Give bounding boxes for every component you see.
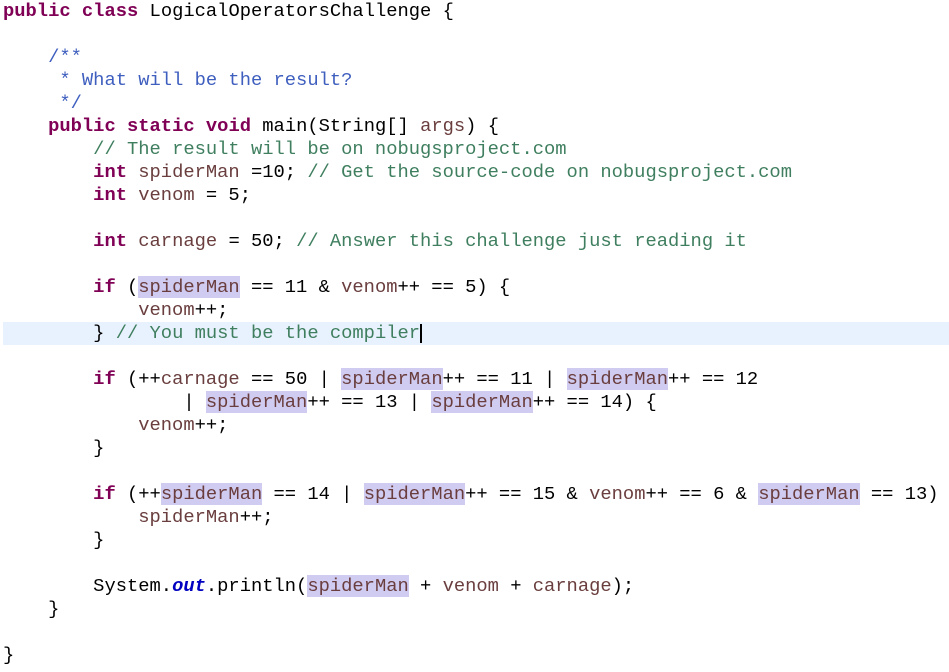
code: +: [408, 575, 443, 597]
variable: venom: [589, 483, 646, 505]
code-line-venom-inc[interactable]: venom++;: [3, 414, 949, 437]
brace: }: [93, 322, 116, 344]
javadoc: * What will be the result?: [48, 69, 353, 91]
code-editor[interactable]: public class LogicalOperatorsChallenge {…: [0, 0, 949, 672]
code: (: [115, 276, 139, 298]
code: ++ == 14) {: [532, 391, 657, 413]
code-line-if-2-cont[interactable]: | spiderMan++ == 13 | spiderMan++ == 14)…: [3, 391, 949, 414]
keyword: class: [81, 0, 139, 22]
code: ++ == 11 |: [442, 368, 567, 390]
keyword: public: [3, 0, 71, 22]
variable: spiderMan: [138, 161, 240, 183]
code: (++: [115, 368, 161, 390]
brace: }: [93, 529, 105, 551]
text-caret: [420, 323, 423, 343]
code: == 14 |: [262, 483, 364, 505]
code-line-main-signature[interactable]: public static void main(String[] args) {: [3, 115, 949, 138]
code-line-venom-inc[interactable]: venom++;: [3, 299, 949, 322]
code-line-current[interactable]: } // You must be the compiler: [3, 322, 949, 345]
brace: }: [48, 598, 60, 620]
code: == 13) {: [870, 483, 939, 505]
keyword: static: [127, 115, 195, 137]
parameter: args: [420, 115, 466, 137]
code-line-println[interactable]: System.out.println(spiderMan + venom + c…: [3, 575, 949, 598]
code-line-class-declaration[interactable]: public class LogicalOperatorsChallenge {: [3, 0, 949, 23]
javadoc: */: [48, 92, 82, 114]
variable: carnage: [138, 230, 218, 252]
keyword: public: [48, 115, 116, 137]
keyword: if: [93, 483, 116, 505]
code: ++ == 5) {: [397, 276, 511, 298]
occurrence-highlight: spiderMan: [566, 368, 669, 390]
occurrence-highlight: spiderMan: [138, 276, 240, 298]
brace: {: [431, 0, 454, 22]
code: System.: [93, 575, 173, 597]
occurrence-highlight: spiderMan: [307, 575, 409, 597]
code: ++;: [194, 414, 229, 436]
keyword: int: [93, 230, 127, 252]
variable: venom: [341, 276, 398, 298]
keyword: if: [93, 368, 116, 390]
code-line-close-brace[interactable]: }: [3, 529, 949, 552]
occurrence-highlight: spiderMan: [431, 391, 533, 413]
variable: spiderMan: [138, 506, 240, 528]
code: (++: [115, 483, 161, 505]
code: .println(: [205, 575, 308, 597]
code: ++ == 13 |: [307, 391, 432, 413]
code-line-if-3[interactable]: if (++spiderMan == 14 | spiderMan++ == 1…: [3, 483, 949, 506]
variable: venom: [138, 184, 195, 206]
comment: // Answer this challenge just reading it: [296, 230, 747, 252]
code: ) {: [465, 115, 499, 137]
brace: }: [93, 437, 105, 459]
javadoc: /**: [48, 46, 82, 68]
variable: venom: [138, 414, 195, 436]
code-line-venom-decl[interactable]: int venom = 5;: [3, 184, 949, 207]
code-line-close-brace[interactable]: }: [3, 644, 949, 667]
class-name: LogicalOperatorsChallenge: [149, 0, 432, 22]
code: = 50;: [217, 230, 297, 252]
method-signature: main(String[]: [262, 115, 421, 137]
occurrence-highlight: spiderMan: [205, 391, 308, 413]
code-line-if-1[interactable]: if (spiderMan == 11 & venom++ == 5) {: [3, 276, 949, 299]
code-line-spiderman-decl[interactable]: int spiderMan =10; // Get the source-cod…: [3, 161, 949, 184]
code: == 50 |: [239, 368, 342, 390]
code: ++ == 15 &: [465, 483, 590, 505]
code: |: [183, 391, 206, 413]
code: +: [498, 575, 533, 597]
code-line-carnage-decl[interactable]: int carnage = 50; // Answer this challen…: [3, 230, 949, 253]
code-line-close-brace[interactable]: }: [3, 598, 949, 621]
occurrence-highlight: spiderMan: [758, 483, 860, 505]
code: ++;: [194, 299, 229, 321]
keyword: int: [93, 161, 127, 183]
keyword: void: [205, 115, 251, 137]
occurrence-highlight: spiderMan: [160, 483, 263, 505]
code: =10;: [239, 161, 308, 183]
code: ++;: [239, 506, 274, 528]
code-line-if-2[interactable]: if (++carnage == 50 | spiderMan++ == 11 …: [3, 368, 949, 391]
occurrence-highlight: spiderMan: [341, 368, 443, 390]
code: = 5;: [194, 184, 251, 206]
code: ++ == 12: [668, 368, 759, 390]
comment: // Get the source-code on nobugsproject.…: [307, 161, 792, 183]
comment: // You must be the compiler: [115, 322, 421, 344]
keyword: if: [93, 276, 116, 298]
keyword: int: [93, 184, 127, 206]
code-line-javadoc-end[interactable]: */: [3, 92, 949, 115]
variable: carnage: [532, 575, 612, 597]
code-line-close-brace[interactable]: }: [3, 437, 949, 460]
occurrence-highlight: spiderMan: [363, 483, 466, 505]
code: == 11 &: [239, 276, 342, 298]
code: );: [611, 575, 635, 597]
code-line-javadoc-body[interactable]: * What will be the result?: [3, 69, 949, 92]
variable: venom: [138, 299, 195, 321]
code-line-javadoc-start[interactable]: /**: [3, 46, 949, 69]
brace: }: [3, 644, 15, 666]
variable: venom: [442, 575, 499, 597]
code-line-spiderman-inc[interactable]: spiderMan++;: [3, 506, 949, 529]
code-line-comment[interactable]: // The result will be on nobugsproject.c…: [3, 138, 949, 161]
code: ++ == 6 &: [645, 483, 759, 505]
variable: carnage: [160, 368, 240, 390]
static-field: out: [172, 575, 206, 597]
comment: // The result will be on nobugsproject.c…: [93, 138, 567, 160]
